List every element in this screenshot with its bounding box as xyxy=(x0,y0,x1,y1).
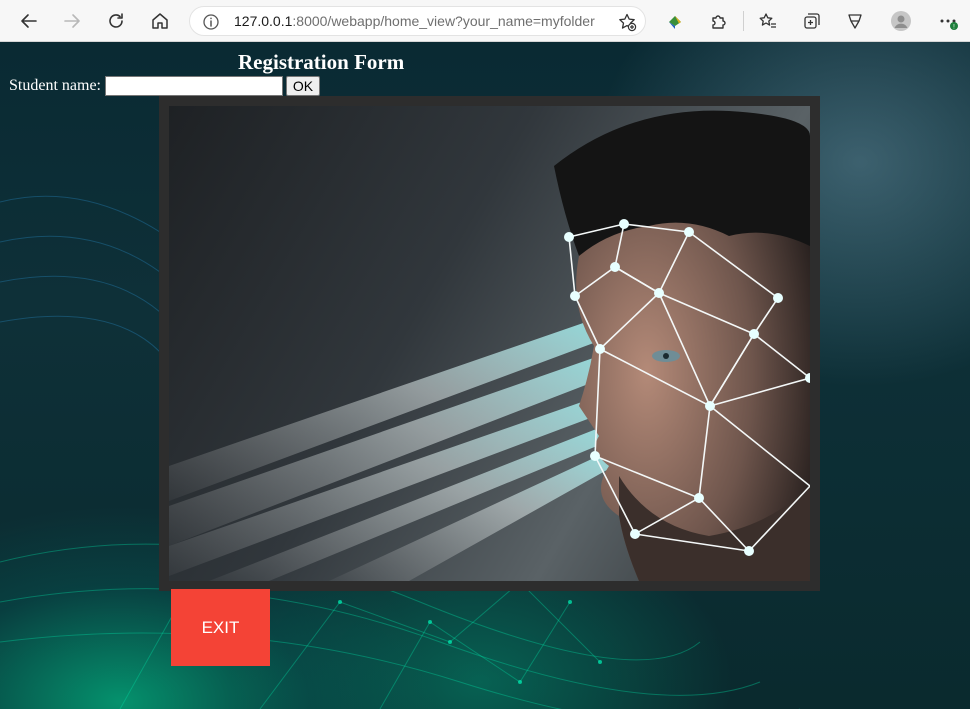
puzzle-button[interactable] xyxy=(703,5,735,37)
toolbar-divider xyxy=(743,11,744,31)
address-bar[interactable]: 127.0.0.1:8000/webapp/home_view?your_nam… xyxy=(189,6,646,36)
page-body: Registration Form Student name: OK EXIT xyxy=(0,42,970,709)
forward-button[interactable] xyxy=(56,5,88,37)
collections-button[interactable] xyxy=(796,5,828,37)
profile-button[interactable] xyxy=(885,5,917,37)
forward-icon xyxy=(64,14,80,28)
favorites-button[interactable] xyxy=(752,5,784,37)
student-name-input[interactable] xyxy=(105,76,283,96)
profile-icon xyxy=(891,11,911,31)
exit-button[interactable]: EXIT xyxy=(171,589,270,666)
ok-button[interactable]: OK xyxy=(286,76,320,96)
back-icon xyxy=(21,14,37,28)
home-button[interactable] xyxy=(144,5,176,37)
student-name-label: Student name: xyxy=(9,77,101,94)
home-icon xyxy=(152,13,168,29)
back-button[interactable] xyxy=(13,5,45,37)
address-url: 127.0.0.1:8000/webapp/home_view?your_nam… xyxy=(234,13,595,29)
more-button[interactable]: ! xyxy=(932,5,964,37)
favorite-add-icon[interactable] xyxy=(617,12,637,32)
page-title: Registration Form xyxy=(238,50,405,74)
extension-icon xyxy=(669,16,681,29)
favorites-icon xyxy=(759,13,776,28)
collections-icon xyxy=(804,13,820,29)
extension-button[interactable] xyxy=(659,5,691,37)
puzzle-icon xyxy=(712,15,726,29)
face-scan-illustration xyxy=(169,110,810,581)
info-icon[interactable] xyxy=(202,13,220,31)
url-host: 127.0.0.1 xyxy=(234,13,293,29)
refresh-button[interactable] xyxy=(100,5,132,37)
browser-essentials-button[interactable] xyxy=(839,5,871,37)
more-icon: ! xyxy=(940,19,958,31)
refresh-icon xyxy=(109,13,123,28)
face-recognition-image-frame xyxy=(159,96,820,591)
face-recognition-image xyxy=(169,106,810,581)
browser-essentials-icon xyxy=(848,14,862,29)
url-path: :8000/webapp/home_view?your_name=myfolde… xyxy=(292,13,595,29)
browser-toolbar: 127.0.0.1:8000/webapp/home_view?your_nam… xyxy=(0,0,970,42)
